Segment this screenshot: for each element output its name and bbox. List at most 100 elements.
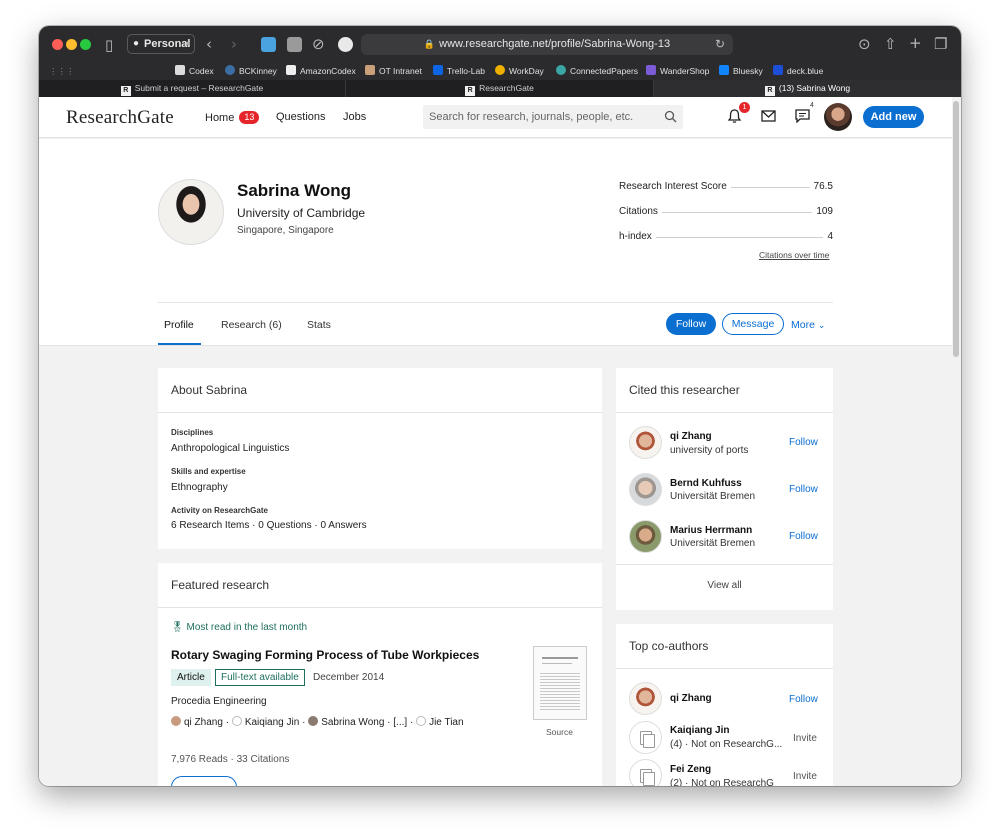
browser-tab[interactable]: R ResearchGate bbox=[346, 80, 654, 97]
nav-home[interactable]: Home 13 bbox=[205, 111, 260, 124]
stat-research-interest: Research Interest Score 76.5 bbox=[619, 181, 833, 193]
extension-icon[interactable] bbox=[338, 37, 353, 52]
bookmark-bluesky[interactable]: Bluesky bbox=[719, 62, 763, 80]
follow-person-button[interactable]: Follow bbox=[789, 531, 818, 542]
person-name[interactable]: Kaiqiang Jin bbox=[670, 725, 729, 736]
favicon-icon bbox=[365, 65, 375, 75]
disciplines-value[interactable]: Anthropological Linguistics bbox=[171, 443, 289, 454]
block-icon[interactable]: ⊘ bbox=[312, 36, 325, 52]
extension-icon[interactable] bbox=[261, 37, 276, 52]
author-name[interactable]: qi Zhang bbox=[184, 717, 223, 728]
reload-icon[interactable]: ↻ bbox=[715, 34, 725, 55]
tab-profile[interactable]: Profile bbox=[164, 319, 194, 331]
back-icon[interactable]: ‹ bbox=[206, 36, 212, 52]
follow-button[interactable]: Follow bbox=[666, 313, 716, 335]
user-avatar[interactable] bbox=[824, 103, 852, 131]
browser-profile-button[interactable]: ● Personal ▾ bbox=[127, 34, 195, 54]
view-all-link[interactable]: View all bbox=[616, 580, 833, 591]
citations-over-time-link[interactable]: Citations over time bbox=[759, 250, 829, 260]
tab-stats[interactable]: Stats bbox=[307, 319, 331, 331]
more-button[interactable]: More ⌄ bbox=[791, 319, 825, 331]
download-icon[interactable]: ⊙ bbox=[858, 36, 871, 52]
bookmark-workday[interactable]: WorkDay bbox=[495, 62, 544, 80]
sidebar-toggle-icon[interactable]: ▯ bbox=[105, 37, 113, 53]
invite-button[interactable]: Invite bbox=[793, 733, 817, 744]
paper-title[interactable]: Rotary Swaging Forming Process of Tube W… bbox=[171, 648, 479, 662]
bookmark-label: deck.blue bbox=[787, 66, 824, 76]
bookmarks-bar: ⋮⋮⋮ Codex BCKinney AmazonCodex OT Intran… bbox=[39, 62, 961, 80]
address-bar[interactable]: 🔒 www.researchgate.net/profile/Sabrina-Wo… bbox=[361, 34, 733, 55]
browser-tab-active[interactable]: R (13) Sabrina Wong bbox=[654, 80, 961, 97]
follow-person-button[interactable]: Follow bbox=[789, 484, 818, 495]
bookmark-connectedpapers[interactable]: ConnectedPapers bbox=[556, 62, 638, 80]
follow-person-button[interactable]: Follow bbox=[789, 437, 818, 448]
about-card: About Sabrina Disciplines Anthropologica… bbox=[158, 368, 602, 549]
mail-icon[interactable] bbox=[761, 110, 776, 122]
skills-value[interactable]: Ethnography bbox=[171, 482, 228, 493]
paper-thumbnail[interactable] bbox=[533, 646, 587, 720]
author-name[interactable]: Jie Tian bbox=[429, 717, 463, 728]
disciplines-label: Disciplines bbox=[171, 428, 214, 437]
stat-citations: Citations 109 bbox=[619, 206, 833, 218]
avatar[interactable] bbox=[629, 473, 662, 506]
person-name[interactable]: Bernd Kuhfuss bbox=[670, 478, 742, 489]
favicon-icon bbox=[286, 65, 296, 75]
more-authors[interactable]: [...] bbox=[393, 717, 407, 728]
bookmark-wandershop[interactable]: WanderShop bbox=[646, 62, 709, 80]
maximize-window-button[interactable] bbox=[80, 39, 91, 50]
chevron-down-icon: ▾ bbox=[185, 39, 190, 48]
author-name[interactable]: Kaiqiang Jin bbox=[245, 717, 299, 728]
message-button[interactable]: Message bbox=[722, 313, 784, 335]
bookmark-deck-blue[interactable]: deck.blue bbox=[773, 62, 823, 80]
chat-icon[interactable] bbox=[795, 109, 810, 123]
avatar[interactable] bbox=[629, 682, 662, 715]
tab-overview-icon[interactable]: ❐ bbox=[934, 36, 947, 52]
nav-questions[interactable]: Questions bbox=[276, 111, 326, 123]
minimize-window-button[interactable] bbox=[66, 39, 77, 50]
author-name[interactable]: Sabrina Wong bbox=[321, 717, 384, 728]
share-icon[interactable]: ⇧ bbox=[884, 36, 897, 52]
close-window-button[interactable] bbox=[52, 39, 63, 50]
divider bbox=[158, 302, 833, 303]
avatar bbox=[171, 716, 181, 726]
person-name[interactable]: qi Zhang bbox=[670, 693, 712, 704]
forward-icon[interactable]: › bbox=[231, 36, 237, 52]
person-name[interactable]: Fei Zeng bbox=[670, 764, 711, 775]
avatar bbox=[231, 716, 242, 726]
avatar[interactable] bbox=[629, 426, 662, 459]
browser-tab[interactable]: R Submit a request – ResearchGate bbox=[39, 80, 346, 97]
add-new-button[interactable]: Add new bbox=[863, 106, 924, 128]
bookmark-label: AmazonCodex bbox=[300, 66, 356, 76]
invite-button[interactable]: Invite bbox=[793, 771, 817, 782]
search-icon[interactable] bbox=[664, 110, 677, 123]
bookmark-label: WorkDay bbox=[509, 66, 544, 76]
bookmark-bckinney[interactable]: BCKinney bbox=[225, 62, 277, 80]
search-input[interactable]: Search for research, journals, people, e… bbox=[423, 105, 683, 129]
avatar[interactable] bbox=[629, 520, 662, 553]
bookmark-amazoncodex[interactable]: AmazonCodex bbox=[286, 62, 356, 80]
person-name[interactable]: Marius Herrmann bbox=[670, 525, 752, 536]
profile-name: Sabrina Wong bbox=[237, 181, 351, 200]
bookmark-label: ConnectedPapers bbox=[570, 66, 639, 76]
researchgate-logo[interactable]: ResearchGate bbox=[66, 107, 174, 129]
bookmark-ot-intranet[interactable]: OT Intranet bbox=[365, 62, 422, 80]
document-icon bbox=[629, 721, 662, 754]
stat-value: 4 bbox=[823, 231, 833, 242]
person-affiliation: university of ports bbox=[670, 445, 749, 456]
tab-research[interactable]: Research (6) bbox=[221, 319, 282, 331]
new-tab-icon[interactable]: + bbox=[909, 35, 922, 51]
nav-jobs[interactable]: Jobs bbox=[343, 111, 366, 123]
bookmark-trello-lab[interactable]: Trello-Lab bbox=[433, 62, 485, 80]
extension-icon[interactable] bbox=[287, 37, 302, 52]
profile-institution[interactable]: University of Cambridge bbox=[237, 206, 365, 220]
scrollbar[interactable] bbox=[953, 101, 959, 357]
favicon-icon bbox=[433, 65, 443, 75]
follow-person-button[interactable]: Follow bbox=[789, 694, 818, 705]
bookmark-codex[interactable]: Codex bbox=[175, 62, 214, 80]
cited-title: Cited this researcher bbox=[629, 383, 740, 397]
favicon-icon bbox=[495, 65, 505, 75]
grid-icon[interactable]: ⋮⋮⋮ bbox=[49, 62, 75, 80]
action-button[interactable] bbox=[171, 776, 237, 786]
person-name[interactable]: qi Zhang bbox=[670, 431, 712, 442]
journal-name[interactable]: Procedia Engineering bbox=[171, 696, 267, 707]
